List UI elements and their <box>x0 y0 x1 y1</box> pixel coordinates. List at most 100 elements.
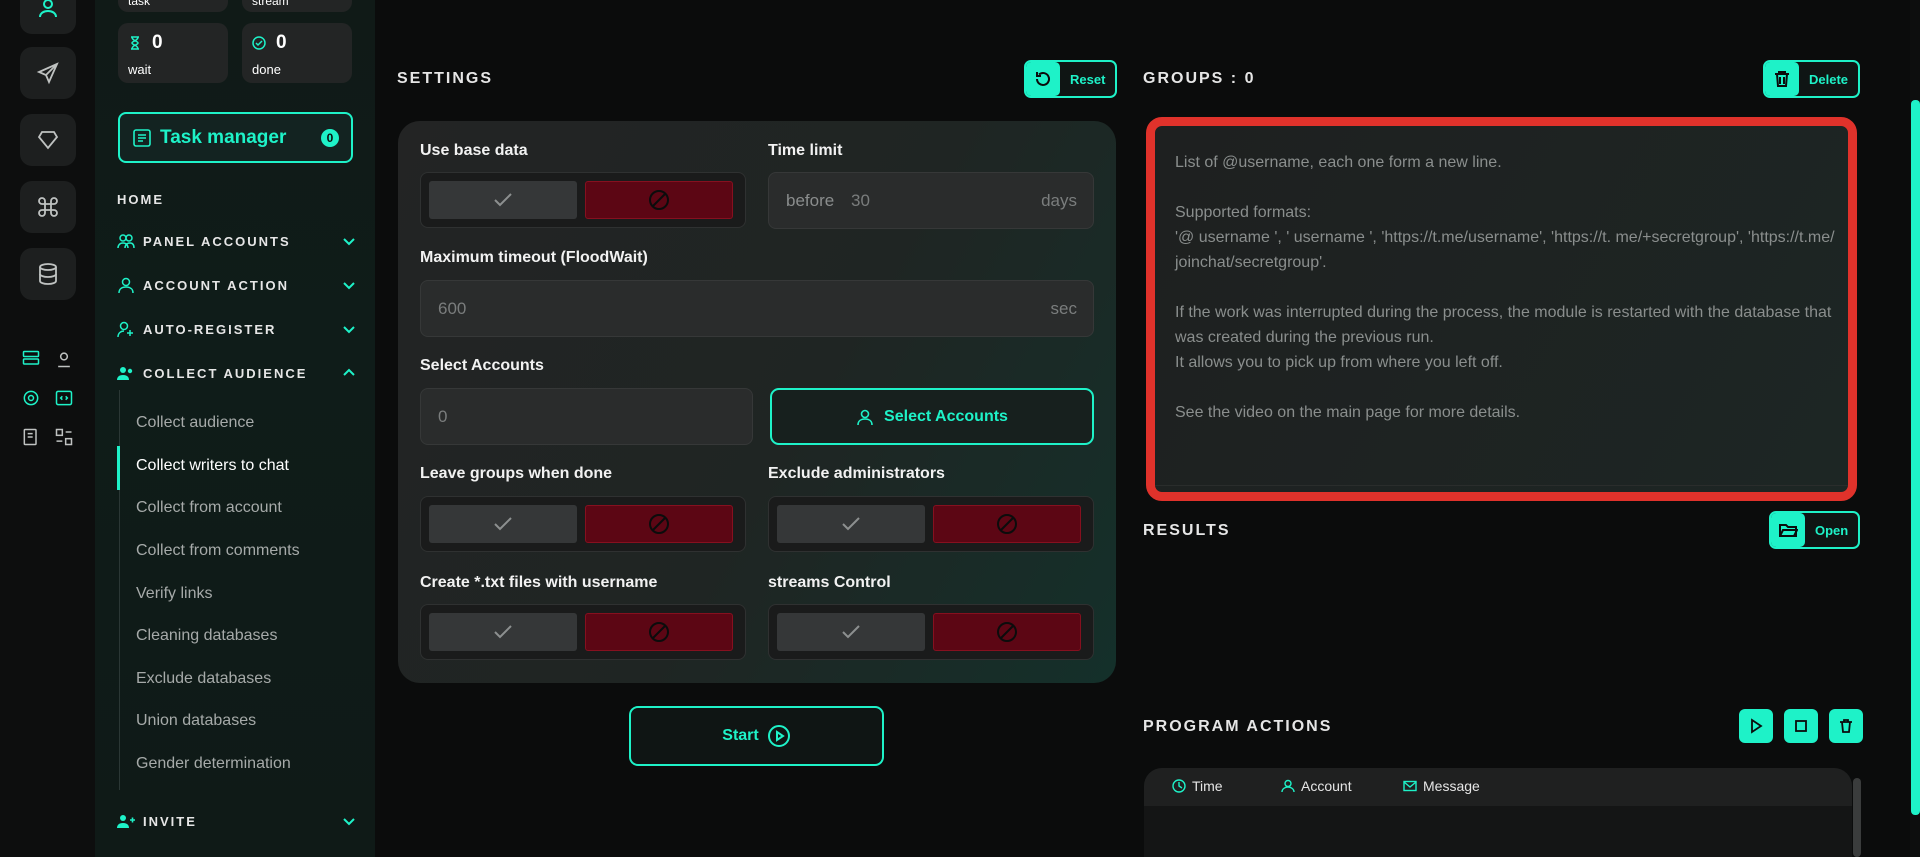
page-scrollbar[interactable] <box>1911 100 1920 815</box>
stat-wait: 0 wait <box>118 23 228 83</box>
toggle-no[interactable] <box>933 505 1081 543</box>
check-icon <box>842 625 860 639</box>
toggle-yes[interactable] <box>429 613 577 651</box>
max-timeout-label: Maximum timeout (FloodWait) <box>420 249 648 266</box>
max-timeout-value[interactable]: 600 <box>438 299 466 319</box>
nav-invite-label: INVITE <box>143 813 197 829</box>
user-icon[interactable] <box>20 0 76 34</box>
toggle-no[interactable] <box>585 181 733 219</box>
stat-done-label: done <box>252 62 281 77</box>
chevron-down-icon <box>343 818 355 826</box>
toggle-yes[interactable] <box>429 181 577 219</box>
nav-account-action[interactable]: ACCOUNT ACTION <box>117 274 357 296</box>
chevron-down-icon <box>343 326 355 334</box>
reset-icon <box>1036 71 1050 86</box>
toggle-no[interactable] <box>933 613 1081 651</box>
max-timeout-field[interactable]: 600 sec <box>420 280 1094 337</box>
database-icon[interactable] <box>20 248 76 300</box>
trash-icon <box>1840 719 1852 733</box>
nav-panel-accounts[interactable]: PANEL ACCOUNTS <box>117 230 357 252</box>
delete-label: Delete <box>1809 71 1849 87</box>
time-limit-label: Time limit <box>768 142 843 159</box>
submenu-cleaning-databases[interactable]: Cleaning databases <box>136 627 277 645</box>
nav-panel-accounts-label: PANEL ACCOUNTS <box>143 233 291 249</box>
open-button[interactable]: Open <box>1769 511 1861 549</box>
toggle-no[interactable] <box>585 505 733 543</box>
groups-title: GROUPS : 0 <box>1143 70 1256 87</box>
diamond-icon[interactable] <box>20 114 76 166</box>
document-check-icon[interactable] <box>20 426 42 448</box>
sidebar: task stream 0 wait 0 done Task manager 0… <box>95 0 375 857</box>
folder-open-icon <box>1779 524 1798 537</box>
nav-collect-audience-label: COLLECT AUDIENCE <box>143 365 308 381</box>
time-limit-field[interactable]: before 30 days <box>768 172 1094 229</box>
stop-button[interactable] <box>1784 709 1818 743</box>
server-list-icon[interactable] <box>20 348 42 370</box>
user-outline-icon <box>118 277 134 294</box>
submenu-collect-audience[interactable]: Collect audience <box>136 414 254 432</box>
users-filled-icon <box>117 367 133 380</box>
code-window-icon[interactable] <box>53 387 75 409</box>
nav-auto-register[interactable]: AUTO-REGISTER <box>117 318 357 340</box>
time-limit-unit: days <box>1041 191 1077 210</box>
toggle-yes[interactable] <box>777 613 925 651</box>
clear-log-button[interactable] <box>1829 709 1863 743</box>
block-icon <box>649 622 669 642</box>
time-limit-value[interactable]: 30 <box>851 191 870 211</box>
submenu-active-indicator <box>117 446 120 490</box>
submenu-collect-writers-to-chat[interactable]: Collect writers to chat <box>136 457 289 475</box>
start-button[interactable]: Start <box>629 706 884 766</box>
user-plus-icon <box>117 321 133 338</box>
leave-groups-toggle[interactable] <box>420 496 746 552</box>
play-button[interactable] <box>1739 709 1773 743</box>
submenu-collect-from-account[interactable]: Collect from account <box>136 499 282 517</box>
submenu-verify-links[interactable]: Verify links <box>136 585 212 603</box>
command-icon[interactable] <box>20 181 76 233</box>
exclude-admins-toggle[interactable] <box>768 496 1094 552</box>
submenu-union-databases[interactable]: Union databases <box>136 712 256 730</box>
create-txt-label: Create *.txt files with username <box>420 574 658 591</box>
play-icon <box>1751 718 1763 734</box>
toggle-no[interactable] <box>585 613 733 651</box>
stop-icon <box>1795 720 1807 732</box>
log-col-time-label: Time <box>1192 778 1223 794</box>
block-icon <box>997 622 1017 642</box>
toggle-yes[interactable] <box>429 505 577 543</box>
selected-accounts-count: 0 <box>438 407 448 426</box>
exclude-admins-label: Exclude administrators <box>768 465 945 482</box>
layout-icon[interactable] <box>53 426 75 448</box>
create-txt-toggle[interactable] <box>420 604 746 660</box>
toggle-yes[interactable] <box>777 505 925 543</box>
groups-textarea[interactable]: List of @username, each one form a new l… <box>1146 117 1857 501</box>
selected-accounts-count-field[interactable]: 0 <box>420 388 753 445</box>
task-manager-button[interactable]: Task manager 0 <box>118 112 353 163</box>
leave-groups-label: Leave groups when done <box>420 465 613 482</box>
log-col-time: Time <box>1172 778 1223 794</box>
block-icon <box>997 514 1017 534</box>
log-col-account-label: Account <box>1301 778 1352 794</box>
location-user-icon[interactable] <box>53 348 75 370</box>
nav-collect-audience[interactable]: COLLECT AUDIENCE <box>117 362 357 384</box>
settings-title: SETTINGS <box>397 70 494 87</box>
clock-icon <box>1172 779 1186 793</box>
log-scrollbar[interactable] <box>1853 778 1861 857</box>
log-header: Time Account Message <box>1144 768 1852 806</box>
streams-control-toggle[interactable] <box>768 604 1094 660</box>
stat-done: 0 done <box>242 23 352 83</box>
icon-rail <box>0 0 95 857</box>
reset-button[interactable]: Reset <box>1024 60 1118 98</box>
select-accounts-button[interactable]: Select Accounts <box>770 388 1094 445</box>
check-icon <box>494 193 512 207</box>
nav-home[interactable]: HOME <box>117 192 164 207</box>
use-base-data-toggle[interactable] <box>420 172 746 228</box>
settings-gear-icon[interactable] <box>20 387 42 409</box>
submenu-exclude-databases[interactable]: Exclude databases <box>136 670 271 688</box>
send-icon[interactable] <box>20 47 76 99</box>
log-col-account: Account <box>1281 778 1352 794</box>
submenu-gender-determination[interactable]: Gender determination <box>136 755 291 773</box>
stat-wait-label: wait <box>128 62 152 77</box>
delete-button[interactable]: Delete <box>1763 60 1861 98</box>
nav-invite[interactable]: INVITE <box>117 810 357 832</box>
select-accounts-label: Select Accounts <box>420 357 544 374</box>
submenu-collect-from-comments[interactable]: Collect from comments <box>136 542 300 560</box>
